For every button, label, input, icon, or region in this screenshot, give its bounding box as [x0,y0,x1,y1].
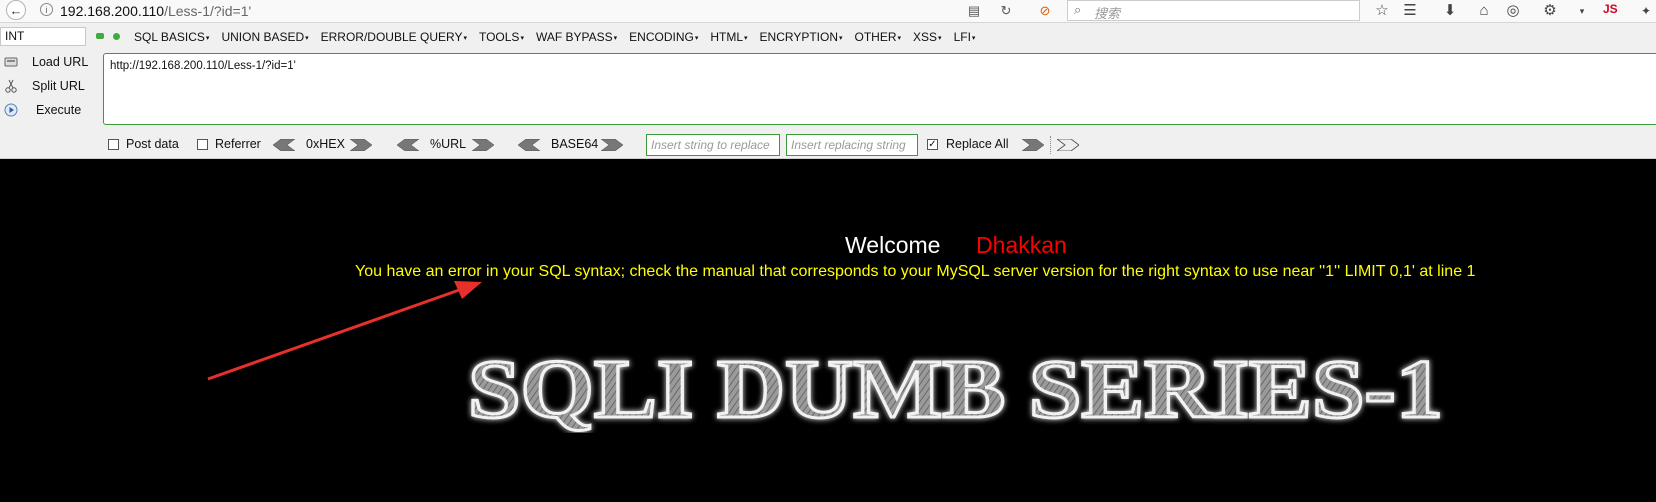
js-toggle-badge[interactable]: JS [1603,2,1618,16]
replace-string-input[interactable]: Insert string to replace [646,134,780,156]
back-arrow-icon: ← [9,2,23,18]
menu-encoding[interactable]: ENCODING [629,30,698,44]
welcome-text: Welcome [845,232,941,258]
replace-all-arrow-icon[interactable] [1057,139,1079,151]
play-icon [4,103,18,117]
hex-decode-arrow-icon[interactable] [273,139,295,151]
split-url-label: Split URL [32,79,85,93]
type-select[interactable]: INT [0,27,86,46]
banner-text: SQLI DUMB SERIES-1 [468,343,1443,433]
minus-icon[interactable] [96,33,104,39]
info-icon[interactable]: i [40,3,53,16]
menu-lfi[interactable]: LFI [954,30,976,44]
url-host: 192.168.200.110 [60,3,165,19]
hackbar-menu: SQL BASICS UNION BASED ERROR/DOUBLE QUER… [134,30,987,44]
split-url-button[interactable]: Split URL [0,75,96,97]
url-encode-label: %URL [430,137,467,151]
back-button[interactable]: ← [6,0,26,20]
menu-html[interactable]: HTML [710,30,747,44]
replace-arrow-icon[interactable] [1022,139,1044,151]
replacing-string-input[interactable]: Insert replacing string [786,134,918,156]
reload-icon[interactable]: ↻ [996,2,1016,20]
reading-list-icon[interactable]: ☰ [1400,1,1420,21]
palette-icon[interactable]: ⚙ [1540,1,1560,21]
hex-label: 0xHEX [306,137,345,151]
post-data-checkbox[interactable] [108,139,119,150]
load-url-button[interactable]: Load URL [0,51,96,73]
execute-label: Execute [36,103,82,117]
download-icon[interactable]: ⬇ [1440,1,1460,21]
sqli-banner-logo: SQLI DUMB SERIES-1 [467,343,1445,433]
menu-encryption[interactable]: ENCRYPTION [760,30,843,44]
annotation-arrow [207,281,482,381]
post-data-label: Post data [126,137,179,151]
block-addon-icon[interactable]: ⊘ [1035,2,1055,20]
hackbar-panel: INT SQL BASICS UNION BASED ERROR/DOUBLE … [0,23,1656,159]
menu-xss[interactable]: XSS [913,30,942,44]
replace-all-label: Replace All [946,137,1009,151]
menu-tools[interactable]: TOOLS [479,30,524,44]
menu-waf-bypass[interactable]: WAF BYPASS [536,30,617,44]
replace-all-checkbox[interactable]: ✓ [927,139,938,150]
search-input[interactable]: ⌕ 搜索 [1067,0,1360,21]
page-content: Welcome Dhakkan You have an error in you… [0,159,1656,502]
execute-button[interactable]: Execute [0,99,96,121]
globe-icon[interactable]: ◎ [1503,1,1523,21]
chevron-down-icon[interactable]: ▾ [1572,1,1592,21]
referrer-label: Referrer [215,137,261,151]
url-decode-arrow-icon[interactable] [397,139,419,151]
load-url-label: Load URL [32,55,89,69]
url-textarea[interactable]: http://192.168.200.110/Less-1/?id=1' [103,53,1656,125]
sql-error-message: You have an error in your SQL syntax; ch… [355,263,1476,280]
menu-other[interactable]: OTHER [855,30,902,44]
browser-navbar: ← i 192.168.200.110/Less-1/?id=1' ▤ ↻ ⊘ … [0,0,1656,23]
address-bar[interactable]: 192.168.200.110/Less-1/?id=1' [60,2,990,20]
url-path: /Less-1/?id=1' [164,3,252,19]
reader-view-icon[interactable]: ▤ [964,2,984,20]
hackbar-options: Post data Referrer 0xHEX %URL BASE64 Ins… [0,134,1656,156]
base64-decode-arrow-icon[interactable] [518,139,540,151]
search-placeholder: 搜索 [1094,6,1121,21]
extension-icon[interactable]: ✦ [1636,1,1656,21]
plus-icon[interactable] [113,33,120,40]
menu-error-double-query[interactable]: ERROR/DOUBLE QUERY [321,30,467,44]
base64-label: BASE64 [551,137,599,151]
load-url-icon [4,57,18,67]
home-icon[interactable]: ⌂ [1474,1,1494,21]
scissors-icon [5,79,17,93]
menu-sql-basics[interactable]: SQL BASICS [134,30,209,44]
referrer-checkbox[interactable] [197,139,208,150]
base64-encode-arrow-icon[interactable] [601,139,623,151]
separator [1050,136,1052,154]
user-name: Dhakkan [976,232,1067,258]
hex-encode-arrow-icon[interactable] [350,139,372,151]
url-encode-arrow-icon[interactable] [472,139,494,151]
menu-union-based[interactable]: UNION BASED [221,30,308,44]
search-icon: ⌕ [1074,2,1082,17]
bookmark-star-icon[interactable]: ☆ [1372,1,1392,21]
